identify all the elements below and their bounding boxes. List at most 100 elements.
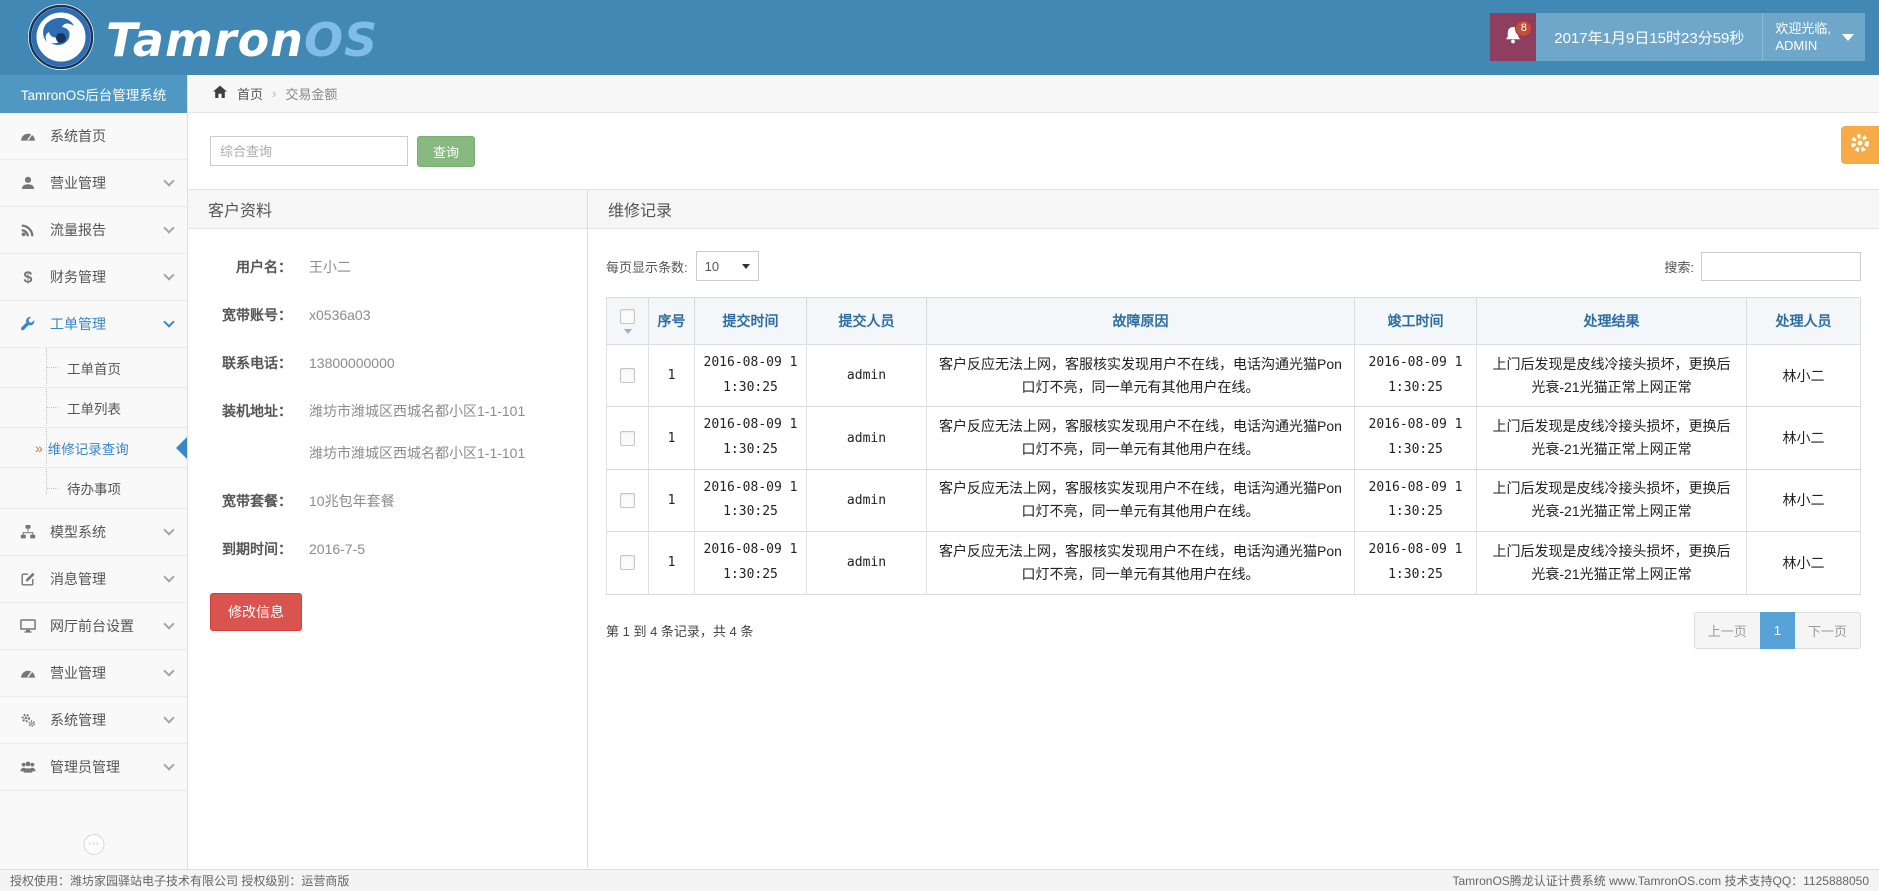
sidebar-item-label: 管理员管理 bbox=[50, 757, 120, 777]
chevron-down-icon bbox=[163, 524, 174, 535]
query-button[interactable]: 查询 bbox=[417, 136, 475, 167]
cell-fault: 客户反应无法上网，客服核实发现用户不在线，电话沟通光猫Pon口灯不亮，同一单元有… bbox=[927, 469, 1355, 531]
sidebar-item-finance[interactable]: $ 财务管理 bbox=[0, 254, 187, 301]
active-marker-icon: » bbox=[35, 440, 43, 456]
sidebar-subitem-label: 工单列表 bbox=[67, 398, 121, 418]
sidebar-subitem-workorder-list[interactable]: 工单列表 bbox=[0, 388, 187, 428]
tree-twig bbox=[47, 407, 58, 408]
sidebar-resize-handle[interactable]: ⋯ bbox=[83, 834, 104, 855]
breadcrumb-home-link[interactable]: 首页 bbox=[237, 84, 263, 103]
logo-globe-icon bbox=[26, 2, 96, 77]
sidebar-item-messages[interactable]: 消息管理 bbox=[0, 556, 187, 603]
cell-handler: 林小二 bbox=[1747, 407, 1861, 469]
modify-info-button[interactable]: 修改信息 bbox=[210, 593, 302, 631]
sidebar-subitem-workorder-home[interactable]: 工单首页 bbox=[0, 348, 187, 388]
sidebar-item-label: 消息管理 bbox=[50, 569, 106, 589]
breadcrumb-current: 交易金额 bbox=[285, 84, 337, 103]
sidebar-item-business-1[interactable]: 营业管理 bbox=[0, 160, 187, 207]
cell-fault: 客户反应无法上网，客服核实发现用户不在线，电话沟通光猫Pon口灯不亮，同一单元有… bbox=[927, 345, 1355, 407]
cell-result: 上门后发现是皮线冷接头损坏，更换后光衰-21光猫正常上网正常 bbox=[1477, 345, 1747, 407]
tree-twig bbox=[47, 367, 58, 368]
sidebar-item-traffic-report[interactable]: 流量报告 bbox=[0, 207, 187, 254]
column-header-seq[interactable]: 序号 bbox=[649, 298, 695, 345]
sidebar-item-model-system[interactable]: 模型系统 bbox=[0, 509, 187, 556]
cell-submit-time: 2016-08-09 11:30:25 bbox=[695, 469, 807, 531]
column-header-finish-time[interactable]: 竣工时间 bbox=[1355, 298, 1477, 345]
notification-badge: 8 bbox=[1515, 20, 1532, 37]
wrench-icon bbox=[18, 316, 37, 332]
breadcrumb-separator: › bbox=[272, 86, 276, 101]
sidebar-item-portal-settings[interactable]: 网厅前台设置 bbox=[0, 603, 187, 650]
column-header-submit-time[interactable]: 提交时间 bbox=[695, 298, 807, 345]
sidebar-subitem-label: 工单首页 bbox=[67, 358, 121, 378]
user-icon bbox=[18, 175, 37, 191]
sidebar-item-admin-management[interactable]: 管理员管理 bbox=[0, 744, 187, 791]
top-header: TamronOS 8 2017年1月9日15时23分59秒 欢迎光临, ADMI… bbox=[0, 0, 1879, 75]
cell-submit-time: 2016-08-09 11:30:25 bbox=[695, 532, 807, 594]
row-checkbox[interactable] bbox=[620, 368, 635, 383]
select-all-checkbox[interactable] bbox=[620, 309, 635, 324]
sidebar-item-work-orders[interactable]: 工单管理 bbox=[0, 301, 187, 348]
table-row: 1 2016-08-09 11:30:25 admin 客户反应无法上网，客服核… bbox=[607, 469, 1861, 531]
page-size-select[interactable]: 10 bbox=[696, 251, 759, 281]
column-header-fault[interactable]: 故障原因 bbox=[927, 298, 1355, 345]
message-edit-icon bbox=[18, 571, 37, 587]
column-header-submitter[interactable]: 提交人员 bbox=[807, 298, 927, 345]
sidebar-subitem-repair-records[interactable]: » 维修记录查询 bbox=[0, 428, 187, 468]
table-search-input[interactable] bbox=[1701, 252, 1861, 281]
gauge-icon bbox=[18, 128, 37, 144]
sidebar-item-system-home[interactable]: 系统首页 bbox=[0, 113, 187, 160]
row-checkbox[interactable] bbox=[620, 493, 635, 508]
table-row: 1 2016-08-09 11:30:25 admin 客户反应无法上网，客服核… bbox=[607, 345, 1861, 407]
prev-page-button[interactable]: 上一页 bbox=[1694, 612, 1761, 649]
chevron-down-icon bbox=[163, 571, 174, 582]
cell-finish-time: 2016-08-09 11:30:25 bbox=[1355, 345, 1477, 407]
cell-fault: 客户反应无法上网，客服核实发现用户不在线，电话沟通光猫Pon口灯不亮，同一单元有… bbox=[927, 532, 1355, 594]
next-page-button[interactable]: 下一页 bbox=[1794, 612, 1861, 649]
svg-text:$: $ bbox=[23, 270, 32, 286]
chevron-down-icon bbox=[163, 222, 174, 233]
welcome-text: 欢迎光临, bbox=[1775, 20, 1831, 37]
sidebar-item-business-2[interactable]: 营业管理 bbox=[0, 650, 187, 697]
cell-submitter: admin bbox=[807, 407, 927, 469]
page-size-value: 10 bbox=[705, 259, 719, 274]
row-checkbox[interactable] bbox=[620, 555, 635, 570]
cell-submit-time: 2016-08-09 11:30:25 bbox=[695, 407, 807, 469]
user-menu[interactable]: 欢迎光临, ADMIN bbox=[1762, 13, 1865, 61]
cell-result: 上门后发现是皮线冷接头损坏，更换后光衰-21光猫正常上网正常 bbox=[1477, 532, 1747, 594]
work-orders-submenu: 工单首页 工单列表 » 维修记录查询 待办事项 bbox=[0, 348, 187, 509]
app-logo[interactable]: TamronOS bbox=[26, 2, 378, 77]
phone-value: 13800000000 bbox=[309, 351, 395, 375]
desktop-icon bbox=[18, 618, 37, 634]
column-header-result[interactable]: 处理结果 bbox=[1477, 298, 1747, 345]
footer: 授权使用：潍坊家园驿站电子技术有限公司 授权级别：运营商版 TamronOS腾龙… bbox=[0, 869, 1879, 891]
breadcrumb: 首页 › 交易金额 bbox=[188, 75, 1879, 113]
sidebar-item-label: 系统管理 bbox=[50, 710, 106, 730]
home-icon bbox=[212, 84, 228, 103]
sidebar-item-label: 工单管理 bbox=[50, 314, 106, 334]
caret-down-icon bbox=[1842, 34, 1854, 41]
tree-twig bbox=[47, 488, 58, 489]
column-header-handler[interactable]: 处理人员 bbox=[1747, 298, 1861, 345]
sidebar-subitem-label: 维修记录查询 bbox=[48, 438, 129, 458]
settings-button[interactable] bbox=[1841, 126, 1879, 164]
row-checkbox[interactable] bbox=[620, 431, 635, 446]
sidebar-item-system-settings[interactable]: 系统管理 bbox=[0, 697, 187, 744]
notifications-button[interactable]: 8 bbox=[1490, 13, 1536, 61]
active-item-pointer-icon bbox=[176, 437, 187, 459]
username-text: ADMIN bbox=[1775, 37, 1831, 54]
cell-seq: 1 bbox=[649, 345, 695, 407]
sidebar-subitem-todo[interactable]: 待办事项 bbox=[0, 468, 187, 508]
sidebar-title: TamronOS后台管理系统 bbox=[0, 75, 187, 113]
sidebar-item-label: 财务管理 bbox=[50, 267, 106, 287]
page-number-button[interactable]: 1 bbox=[1760, 612, 1795, 649]
dollar-icon: $ bbox=[18, 269, 37, 285]
sidebar-item-label: 系统首页 bbox=[50, 126, 106, 146]
broadband-plan-label: 宽带套餐： bbox=[188, 489, 292, 513]
username-value: 王小二 bbox=[309, 255, 351, 279]
sort-desc-icon[interactable] bbox=[624, 329, 632, 334]
gears-icon bbox=[18, 712, 37, 728]
footer-license-text: 授权使用：潍坊家园驿站电子技术有限公司 授权级别：运营商版 bbox=[10, 872, 349, 889]
chevron-down-icon bbox=[163, 759, 174, 770]
search-input[interactable] bbox=[210, 136, 408, 166]
